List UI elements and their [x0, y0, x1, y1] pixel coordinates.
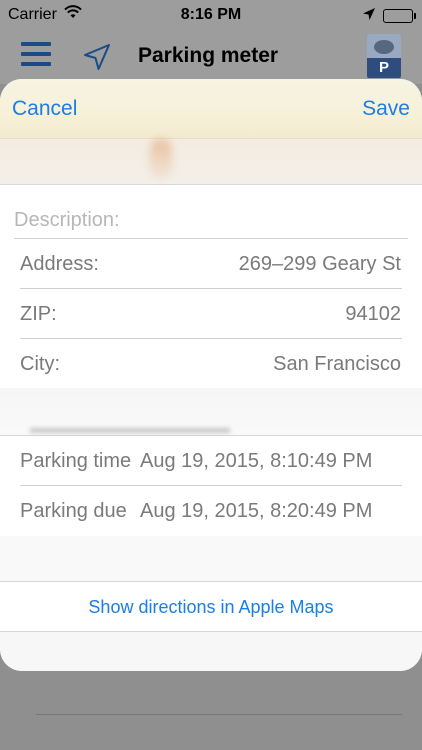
battery-icon: [383, 9, 416, 23]
menu-icon[interactable]: [21, 42, 51, 68]
navigation-arrow-icon[interactable]: [82, 42, 112, 77]
save-button[interactable]: Save: [362, 97, 410, 121]
directions-row[interactable]: Show directions in Apple Maps: [0, 582, 422, 632]
parking-time-label: Parking time: [20, 450, 132, 472]
status-bar: Carrier 8:16 PM: [0, 0, 422, 30]
map-preview: [0, 139, 422, 185]
cancel-button[interactable]: Cancel: [12, 97, 77, 121]
city-label: City:: [20, 353, 60, 375]
zip-label: ZIP:: [20, 303, 57, 325]
navigation-bar: Parking meter P: [0, 30, 422, 84]
location-services-icon: [362, 7, 376, 26]
parking-icon-letter: P: [378, 59, 389, 76]
city-row: City: San Francisco: [0, 339, 422, 389]
parking-time-row: Parking time Aug 19, 2015, 8:10:49 PM: [0, 436, 422, 486]
section-gap: [0, 388, 422, 436]
section-gap: [0, 536, 422, 582]
apple-maps-directions-link[interactable]: Show directions in Apple Maps: [0, 597, 422, 618]
background-divider: [36, 714, 402, 715]
parking-detail-modal: Cancel Save Description: Address: 269–29…: [0, 79, 422, 671]
parking-meter-icon[interactable]: P: [367, 34, 401, 78]
description-placeholder[interactable]: Description:: [14, 209, 120, 232]
page-title: Parking meter: [138, 44, 279, 67]
parking-due-label: Parking due: [20, 500, 127, 522]
address-value: 269–299 Geary St: [238, 253, 401, 275]
status-time: 8:16 PM: [180, 6, 242, 23]
modal-footer: [0, 632, 422, 671]
parking-due-value: Aug 19, 2015, 8:20:49 PM: [140, 500, 373, 522]
description-field[interactable]: Description:: [0, 185, 422, 239]
modal-header: Cancel Save: [0, 79, 422, 139]
city-value: San Francisco: [273, 353, 401, 375]
address-row: Address: 269–299 Geary St: [0, 239, 422, 289]
address-label: Address:: [20, 253, 99, 275]
parking-time-value: Aug 19, 2015, 8:10:49 PM: [140, 450, 373, 472]
zip-row: ZIP: 94102: [0, 289, 422, 339]
parking-due-row: Parking due Aug 19, 2015, 8:20:49 PM: [0, 486, 422, 536]
zip-value: 94102: [345, 303, 401, 325]
